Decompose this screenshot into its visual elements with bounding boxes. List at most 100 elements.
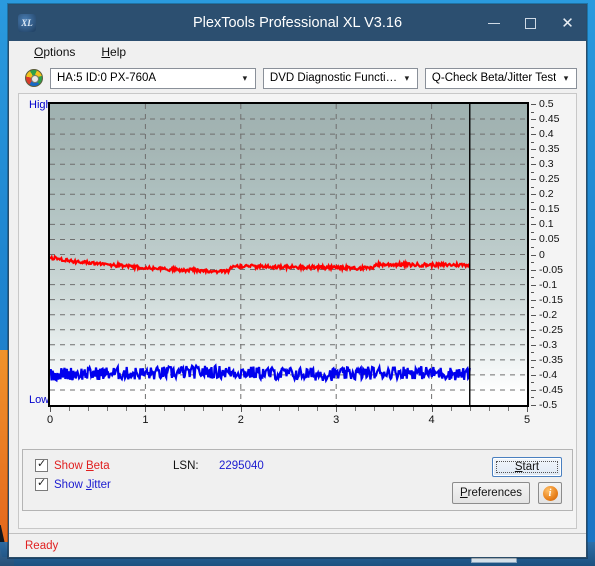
status-bar: Ready (9, 533, 586, 557)
application-window: XL PlexTools Professional XL V3.16 ✕ Opt… (8, 4, 587, 558)
y-axis-tick (531, 284, 536, 286)
title-bar[interactable]: XL PlexTools Professional XL V3.16 ✕ (9, 5, 586, 41)
x-axis-minor-tick (298, 407, 300, 411)
y-axis-tick-label: 0.05 (539, 233, 560, 246)
x-axis-minor-tick (355, 407, 357, 411)
x-axis-minor-tick (317, 407, 319, 411)
y-axis-minor-tick (531, 201, 534, 203)
x-axis-minor-tick (393, 407, 395, 411)
y-axis-minor-tick (531, 171, 534, 173)
minimize-button[interactable] (475, 5, 512, 41)
y-axis-minor-tick (531, 322, 534, 324)
y-axis-tick (531, 314, 536, 316)
y-axis-tick-label: -0.05 (539, 263, 563, 276)
y-axis-minor-tick (531, 397, 534, 399)
y-axis-tick (531, 239, 536, 241)
y-axis-tick (531, 254, 536, 256)
start-button[interactable]: Start (492, 457, 562, 477)
y-axis-tick-label: -0.45 (539, 383, 563, 396)
x-axis-tick (527, 407, 528, 412)
test-selector-value: Q-Check Beta/Jitter Test (431, 72, 557, 84)
maximize-icon (525, 17, 536, 29)
x-axis-tick-label: 2 (237, 414, 244, 426)
y-axis-tick (531, 299, 536, 301)
chart-panel: High Low 0.5 0.45 0.4 0.35 0.3 0.25 0.2 0.15 0.1… (19, 94, 576, 444)
y-axis-tick-label: 0.1 (539, 218, 554, 231)
y-axis-minor-tick (531, 337, 534, 339)
x-axis-tick (336, 407, 338, 412)
window-controls: ✕ (475, 5, 586, 41)
client-area: High Low 0.5 0.45 0.4 0.35 0.3 0.25 0.2 0.15 0.1… (18, 93, 577, 529)
y-axis-tick (531, 134, 536, 136)
show-beta-label: Show Beta (54, 459, 110, 472)
y-axis-tick (531, 104, 536, 105)
x-axis-minor-tick (412, 407, 414, 411)
x-axis-minor-tick (88, 407, 90, 411)
x-axis-tick (50, 407, 51, 412)
y-axis-minor-tick (531, 262, 534, 264)
x-axis-minor-tick (164, 407, 166, 411)
y-axis-tick-label: -0.5 (539, 399, 558, 411)
y-axis-minor-tick (531, 126, 534, 128)
y-axis-tick (531, 359, 536, 361)
x-axis-minor-tick (259, 407, 261, 411)
y-axis-tick (531, 405, 536, 406)
function-selector-value: DVD Diagnostic Functions (269, 72, 399, 84)
y-axis-minor-tick (531, 277, 534, 279)
x-axis-tick-label: 0 (46, 414, 54, 426)
y-axis-tick (531, 269, 536, 271)
chevron-down-icon: ▾ (242, 72, 248, 83)
y-axis-minor-tick (531, 216, 534, 218)
toolbar: HA:5 ID:0 PX-760A ▾ DVD Diagnostic Funct… (9, 63, 586, 93)
show-jitter-checkbox[interactable] (35, 477, 48, 491)
info-button[interactable]: i (538, 482, 562, 504)
y-axis-tick-label: 0.35 (539, 143, 560, 156)
x-axis-minor-tick (469, 407, 471, 411)
y-axis-tick-label: -0.4 (539, 368, 558, 381)
x-axis-tick (431, 407, 433, 412)
y-axis-tick (531, 224, 536, 226)
show-jitter-checkbox-row[interactable]: Show Jitter (35, 477, 111, 491)
close-button[interactable]: ✕ (549, 5, 586, 41)
y-axis-minor-tick (531, 141, 534, 143)
y-axis-minor-tick (531, 307, 534, 309)
status-text: Ready (25, 539, 59, 552)
show-jitter-label: Show Jitter (54, 478, 111, 491)
y-axis-minor-tick (531, 352, 534, 354)
y-axis-tick-label: 0.5 (539, 98, 554, 110)
maximize-button[interactable] (512, 5, 549, 41)
y-axis-tick (531, 389, 536, 391)
chevron-down-icon: ▾ (563, 72, 569, 83)
preferences-button[interactable]: Preferences (452, 482, 530, 504)
y-axis-tick-label: -0.25 (539, 323, 563, 336)
y-axis-tick-label: -0.15 (539, 293, 563, 306)
y-axis-minor-tick (531, 231, 534, 233)
y-axis-tick (531, 209, 536, 211)
optical-disc-icon (25, 69, 43, 87)
x-axis-tick-label: 3 (333, 414, 340, 426)
show-beta-checkbox-row[interactable]: Show Beta (35, 458, 110, 472)
y-axis-tick (531, 194, 536, 196)
x-axis-minor-tick (507, 407, 509, 411)
lsn-label: LSN: (173, 460, 199, 472)
x-axis-minor-tick (69, 407, 71, 411)
drive-selector-dropdown[interactable]: HA:5 ID:0 PX-760A ▾ (50, 67, 256, 89)
y-axis-tick (531, 344, 536, 346)
close-icon: ✕ (561, 14, 574, 32)
chevron-down-icon: ▾ (404, 72, 410, 83)
y-axis-minor-tick (531, 367, 534, 369)
y-axis-tick-label: 0.25 (539, 173, 560, 186)
function-selector-dropdown[interactable]: DVD Diagnostic Functions ▾ (262, 67, 418, 89)
axis-label-low: Low (29, 394, 50, 406)
menu-item-help[interactable]: Help (98, 44, 129, 60)
show-beta-checkbox[interactable] (35, 458, 48, 472)
y-axis-tick (531, 164, 536, 166)
test-selector-dropdown[interactable]: Q-Check Beta/Jitter Test ▾ (424, 67, 577, 89)
start-button-label: Start (496, 461, 558, 473)
y-axis-minor-tick (531, 186, 534, 188)
drive-selector-value: HA:5 ID:0 PX-760A (57, 72, 157, 84)
x-axis-minor-tick (221, 407, 223, 411)
y-axis-minor-tick (531, 382, 534, 384)
y-axis-tick-label: -0.35 (539, 353, 563, 366)
menu-item-options[interactable]: Options (31, 44, 78, 60)
